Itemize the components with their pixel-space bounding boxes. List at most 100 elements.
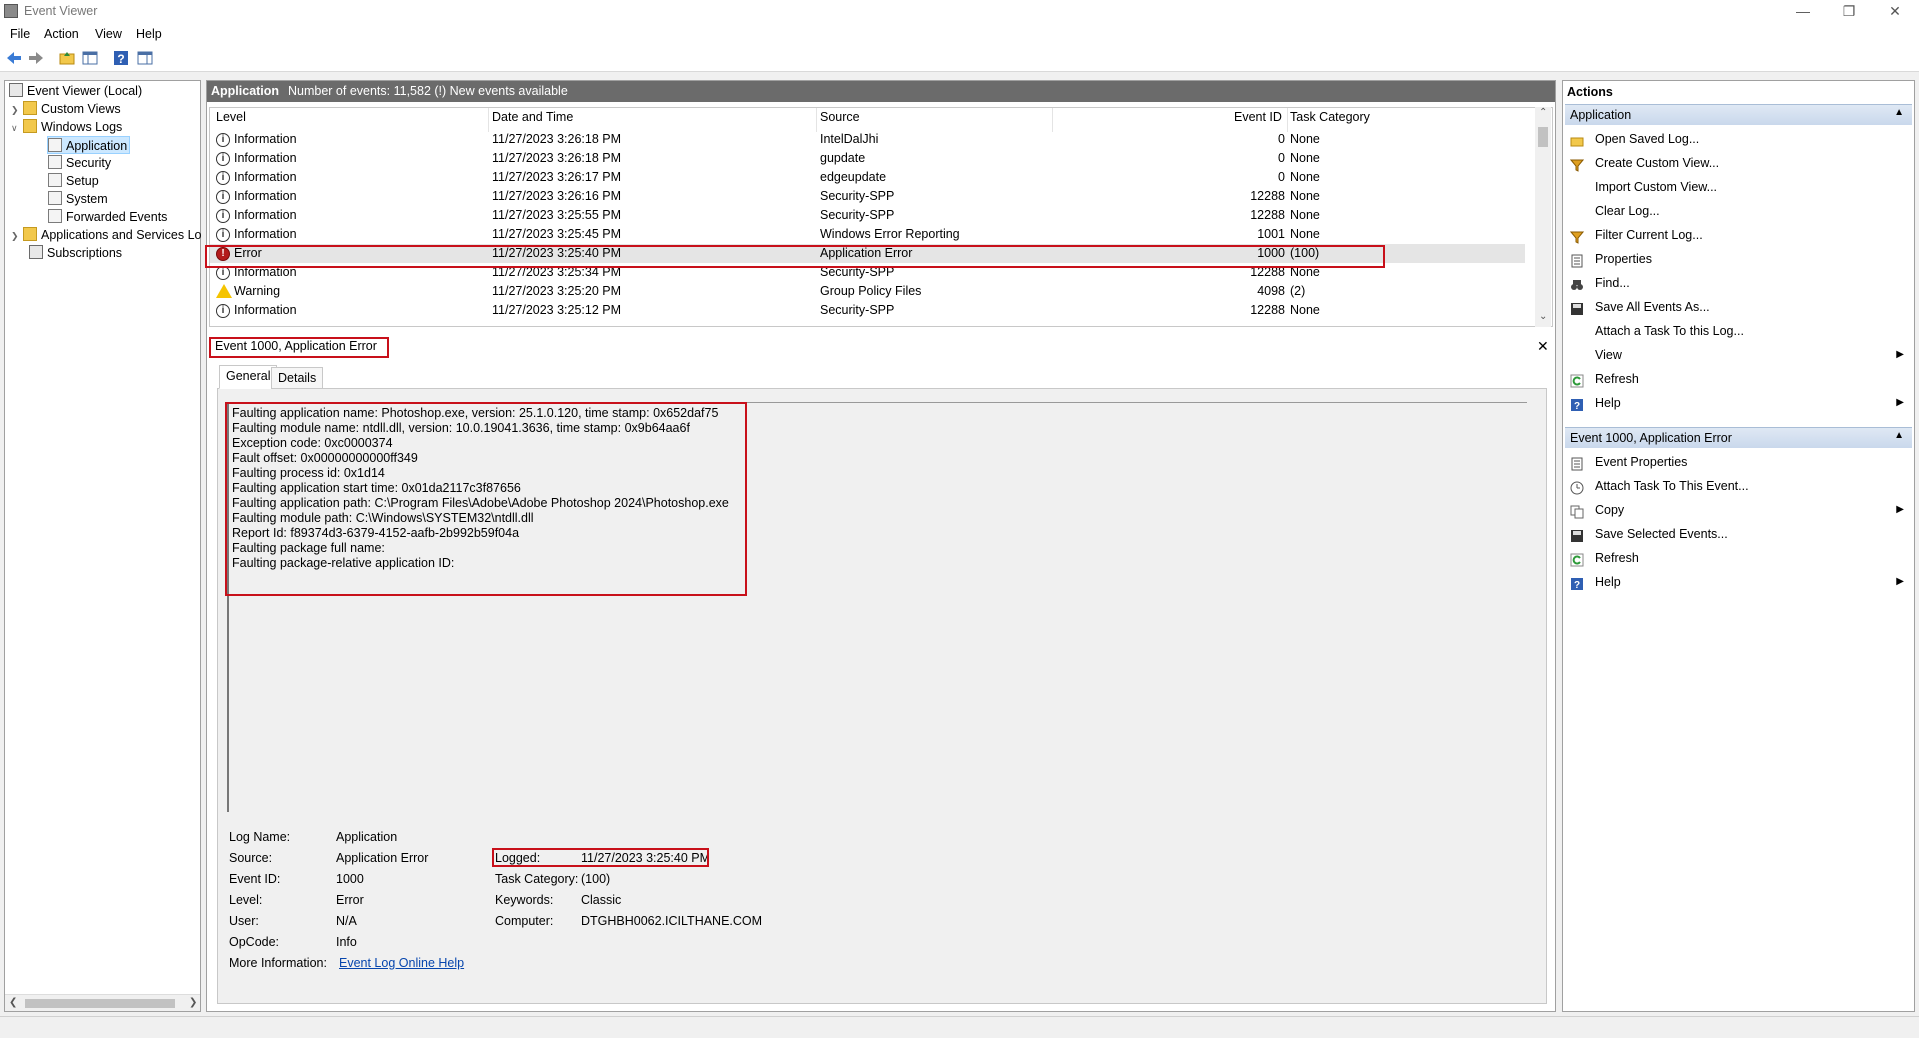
restore-icon[interactable]: ❐ (1826, 0, 1872, 24)
menu-file[interactable]: File (10, 27, 30, 41)
help-icon[interactable]: ? (112, 49, 130, 67)
source-cell: Windows Error Reporting (820, 227, 960, 241)
back-arrow-icon[interactable] (5, 49, 23, 67)
status-bar (0, 1016, 1919, 1038)
event-row[interactable]: i Information 11/27/2023 3:25:45 PM Windows… (210, 225, 1525, 244)
level-cell: Information (234, 227, 297, 241)
tree-log-security[interactable]: Security (48, 154, 111, 172)
column-header-task-category[interactable]: Task Category (1290, 110, 1370, 124)
column-header-level[interactable]: Level (216, 110, 246, 124)
information-icon: i (216, 190, 230, 204)
tree-log-setup[interactable]: Setup (48, 172, 99, 190)
collapse-icon[interactable]: ▲ (1894, 430, 1904, 441)
submenu-arrow-icon: ▶ (1896, 397, 1904, 408)
action-open-saved-log[interactable]: Open Saved Log... (1565, 127, 1912, 151)
tree-windows-logs[interactable]: ∨ Windows Logs (11, 118, 122, 136)
actions-section-event[interactable]: Event 1000, Application Error ▲ (1565, 427, 1912, 448)
action-find[interactable]: Find... (1565, 271, 1912, 295)
tree-custom-views[interactable]: ❯ Custom Views (11, 100, 121, 118)
event-row[interactable]: i Information 11/27/2023 3:26:16 PM Securit… (210, 187, 1525, 206)
event-row[interactable]: i Information 11/27/2023 3:26:17 PM edgeupd… (210, 168, 1525, 187)
prop-level-label: Level: (229, 893, 263, 907)
scroll-thumb[interactable] (25, 999, 175, 1008)
event-log-online-help-link[interactable]: Event Log Online Help (339, 956, 464, 970)
action-import-custom-view[interactable]: Import Custom View... (1565, 175, 1912, 199)
event-row[interactable]: i Information 11/27/2023 3:26:18 PM IntelDa… (210, 130, 1525, 149)
action-properties[interactable]: Properties (1565, 247, 1912, 271)
event-row[interactable]: i Information 11/27/2023 3:25:12 PM Securit… (210, 301, 1525, 320)
action-create-custom-view[interactable]: Create Custom View... (1565, 151, 1912, 175)
menu-action[interactable]: Action (44, 27, 79, 41)
folder-icon (23, 101, 37, 115)
scroll-left-icon[interactable]: ❮ (9, 997, 17, 1008)
chevron-right-icon[interactable]: ❯ (11, 227, 23, 245)
tree-subscriptions[interactable]: Subscriptions (29, 244, 122, 262)
tree-label: System (66, 192, 108, 206)
scroll-right-icon[interactable]: ❯ (189, 997, 197, 1008)
show-hide-action-pane-icon[interactable] (136, 49, 154, 67)
column-header-source[interactable]: Source (820, 110, 860, 124)
save-icon (1570, 527, 1584, 542)
scroll-up-icon[interactable]: ⌃ (1539, 107, 1547, 118)
minimize-icon[interactable]: — (1780, 0, 1826, 24)
actions-header: Actions (1567, 85, 1613, 99)
source-cell: gupdate (820, 151, 866, 165)
scroll-down-icon[interactable]: ⌄ (1539, 311, 1547, 322)
actions-pane: Actions Application ▲ Open Saved Log... C… (1562, 80, 1915, 1012)
chevron-down-icon[interactable]: ∨ (11, 119, 23, 137)
information-icon: i (216, 171, 230, 185)
action-clear-log[interactable]: Clear Log... (1565, 199, 1912, 223)
menu-help[interactable]: Help (136, 27, 162, 41)
tab-details[interactable]: Details (271, 367, 324, 389)
window-title: Event Viewer (24, 4, 98, 18)
action-attach-task-to-this-event[interactable]: Attach Task To This Event... (1565, 474, 1912, 498)
grid-vertical-scrollbar[interactable]: ⌃ ⌄ (1535, 107, 1551, 327)
submenu-arrow-icon: ▶ (1896, 349, 1904, 360)
action-label: Event Properties (1595, 455, 1688, 469)
close-window-icon[interactable]: ✕ (1872, 0, 1918, 24)
menu-view[interactable]: View (95, 27, 122, 41)
column-header-datetime[interactable]: Date and Time (492, 110, 573, 124)
task-icon (1570, 479, 1584, 495)
actions-section-application[interactable]: Application ▲ (1565, 104, 1912, 125)
folder-up-icon[interactable] (58, 49, 76, 67)
information-icon: i (216, 133, 230, 147)
action-save-selected-events[interactable]: Save Selected Events... (1565, 522, 1912, 546)
collapse-icon[interactable]: ▲ (1894, 107, 1904, 118)
chevron-right-icon[interactable]: ❯ (11, 101, 23, 119)
tree-log-application[interactable]: Application (47, 136, 131, 154)
action-refresh[interactable]: Refresh (1565, 367, 1912, 391)
tree-apps-services[interactable]: ❯ Applications and Services Lo (11, 226, 202, 244)
tree-log-system[interactable]: System (48, 190, 108, 208)
event-viewer-icon (9, 83, 23, 97)
action-filter-current-log[interactable]: Filter Current Log... (1565, 223, 1912, 247)
event-row[interactable]: i Information 11/27/2023 3:26:18 PM gupdate… (210, 149, 1525, 168)
action-attach-a-task-to-this-log[interactable]: Attach a Task To this Log... (1565, 319, 1912, 343)
forward-arrow-icon[interactable] (27, 49, 45, 67)
show-hide-tree-icon[interactable] (81, 49, 99, 67)
action-event-properties[interactable]: Event Properties (1565, 450, 1912, 474)
action-help[interactable]: ? Help ▶ (1565, 570, 1912, 594)
tree-log-forwarded[interactable]: Forwarded Events (48, 208, 167, 226)
close-detail-icon[interactable]: ✕ (1537, 338, 1549, 355)
action-save-all-events-as[interactable]: Save All Events As... (1565, 295, 1912, 319)
tab-general[interactable]: General (219, 365, 278, 389)
prop-opcode-value: Info (336, 935, 357, 949)
action-view[interactable]: View ▶ (1565, 343, 1912, 367)
log-title: Application (211, 84, 280, 98)
information-icon: i (216, 209, 230, 223)
task-category-cell: None (1290, 132, 1320, 146)
event-row[interactable]: Warning 11/27/2023 3:25:20 PM Group Policy… (210, 282, 1525, 301)
tree-label: Forwarded Events (66, 210, 168, 224)
action-refresh[interactable]: Refresh (1565, 546, 1912, 570)
tree-horizontal-scrollbar[interactable]: ❮ ❯ (5, 994, 200, 1011)
properties-icon (1570, 252, 1584, 268)
action-help[interactable]: ? Help ▶ (1565, 391, 1912, 415)
event-row[interactable]: i Information 11/27/2023 3:25:55 PM Securit… (210, 206, 1525, 225)
tree-event-viewer-local[interactable]: Event Viewer (Local) (9, 82, 142, 100)
column-header-event-id[interactable]: Event ID (1234, 110, 1282, 124)
action-copy[interactable]: Copy ▶ (1565, 498, 1912, 522)
scroll-thumb[interactable] (1538, 127, 1548, 147)
filter-icon (1569, 156, 1585, 172)
properties-icon (1570, 455, 1584, 471)
